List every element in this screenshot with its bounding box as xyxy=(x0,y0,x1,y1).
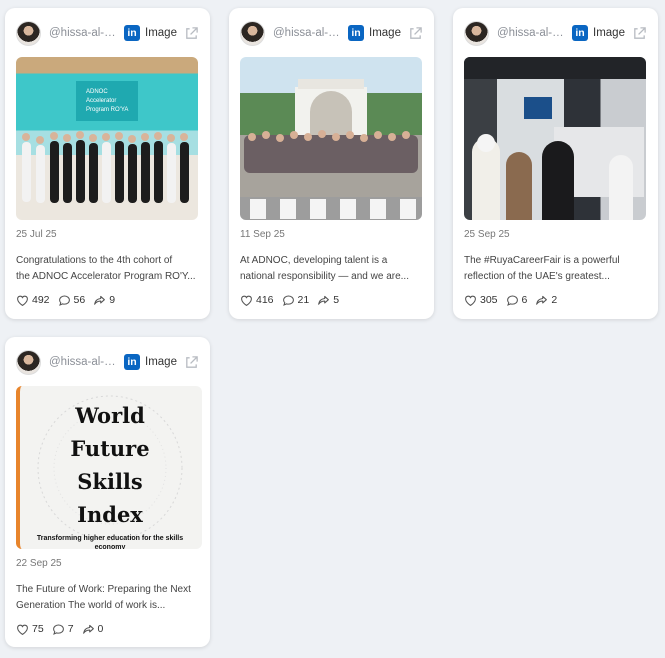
comments-stat: 21 xyxy=(282,294,310,307)
post-image[interactable]: World Future Skills Index Transforming h… xyxy=(16,386,202,549)
post-text-line: Congratulations to the 4th cohort of xyxy=(16,255,173,266)
avatar xyxy=(240,20,265,46)
shares-stat: 2 xyxy=(535,294,557,307)
comments-count: 7 xyxy=(67,623,74,635)
post-type-label: Image xyxy=(369,27,401,39)
cover-subtitle: Transforming higher education for the sk… xyxy=(36,535,184,549)
avatar xyxy=(16,20,41,46)
likes-stat: 416 xyxy=(240,294,274,307)
author-handle[interactable]: @hissa-al-… xyxy=(49,27,119,39)
shares-stat: 0 xyxy=(82,623,104,636)
post-text-line: The Future of Work: Preparing the Next xyxy=(16,584,191,595)
engagement-stats: 305 6 2 xyxy=(464,293,565,307)
engagement-stats: 416 21 5 xyxy=(240,293,347,307)
comments-stat: 56 xyxy=(58,294,86,307)
shares-stat: 9 xyxy=(93,294,115,307)
shares-count: 9 xyxy=(109,294,116,306)
post-text-line: The #RuyaCareerFair is a powerful xyxy=(464,255,620,266)
likes-stat: 75 xyxy=(16,623,44,636)
post-type-label: Image xyxy=(145,356,177,368)
post-card[interactable]: @hissa-al-… in Image World Future Skills… xyxy=(5,337,210,647)
comment-icon xyxy=(506,295,518,306)
external-link-icon[interactable] xyxy=(184,26,199,41)
post-text-line: reflection of the UAE's greatest... xyxy=(464,270,610,282)
post-text-line: Generation The world of work is... xyxy=(16,599,166,611)
post-text-line: national responsibility — and we are... xyxy=(240,270,409,282)
comments-count: 6 xyxy=(521,294,528,306)
comment-icon xyxy=(282,295,294,306)
cover-title-line: Index xyxy=(77,502,143,527)
likes-count: 75 xyxy=(32,623,44,635)
cover-title-line: World xyxy=(75,403,145,428)
post-text[interactable]: The Future of Work: Preparing the Next G… xyxy=(16,582,201,613)
post-image[interactable] xyxy=(464,57,646,220)
likes-count: 416 xyxy=(256,294,274,306)
share-icon xyxy=(94,295,106,305)
post-header: @hissa-al-… in Image xyxy=(464,20,647,46)
image-caption-line: Accelerator xyxy=(86,98,116,104)
post-text-line: the ADNOC Accelerator Program RO'Y... xyxy=(16,270,196,282)
heart-icon xyxy=(17,295,28,306)
cover-title-line: Future xyxy=(70,436,150,461)
post-image[interactable] xyxy=(240,57,422,220)
post-card[interactable]: @hissa-al-… in Image ADNOC Accelerator P… xyxy=(5,8,210,319)
shares-count: 0 xyxy=(97,623,104,635)
likes-stat: 492 xyxy=(16,294,50,307)
post-header: @hissa-al-… in Image xyxy=(240,20,423,46)
post-image[interactable]: ADNOC Accelerator Program RO'YA xyxy=(16,57,198,220)
post-text[interactable]: Congratulations to the 4th cohort of the… xyxy=(16,253,201,284)
engagement-stats: 75 7 0 xyxy=(16,622,111,636)
cover-text: World Future Skills Index Transforming h… xyxy=(30,394,190,549)
engagement-stats: 492 56 9 xyxy=(16,293,123,307)
external-link-icon[interactable] xyxy=(184,355,199,370)
share-icon xyxy=(318,295,330,305)
likes-count: 492 xyxy=(32,294,50,306)
shares-count: 2 xyxy=(551,294,558,306)
comments-count: 56 xyxy=(73,294,86,306)
post-text[interactable]: The #RuyaCareerFair is a powerful reflec… xyxy=(464,253,649,284)
heart-icon xyxy=(241,295,252,306)
comment-icon xyxy=(58,295,70,306)
likes-stat: 305 xyxy=(464,294,498,307)
post-card[interactable]: @hissa-al-… in Image 25 Sep 25 The #Ruya… xyxy=(453,8,658,319)
post-date: 25 Jul 25 xyxy=(16,229,57,240)
author-handle[interactable]: @hissa-al-… xyxy=(49,356,119,368)
likes-count: 305 xyxy=(480,294,498,306)
post-header: @hissa-al-… in Image xyxy=(16,20,199,46)
shares-stat: 5 xyxy=(317,294,339,307)
post-text[interactable]: At ADNOC, developing talent is a nationa… xyxy=(240,253,425,284)
comment-icon xyxy=(52,624,64,635)
linkedin-icon: in xyxy=(572,25,588,41)
post-card[interactable]: @hissa-al-… in Image 11 Sep 25 At ADNOC,… xyxy=(229,8,434,319)
shares-count: 5 xyxy=(333,294,340,306)
avatar xyxy=(16,349,41,375)
share-icon xyxy=(536,295,548,305)
external-link-icon[interactable] xyxy=(408,26,423,41)
comments-stat: 6 xyxy=(506,294,528,307)
image-caption-line: ADNOC xyxy=(86,89,108,95)
post-type-label: Image xyxy=(145,27,177,39)
author-handle[interactable]: @hissa-al-… xyxy=(497,27,567,39)
post-date: 25 Sep 25 xyxy=(464,229,510,240)
avatar xyxy=(464,20,489,46)
post-date: 11 Sep 25 xyxy=(240,229,285,240)
heart-icon xyxy=(17,624,28,635)
linkedin-icon: in xyxy=(124,25,140,41)
linkedin-icon: in xyxy=(124,354,140,370)
comments-stat: 7 xyxy=(52,623,74,636)
post-type-label: Image xyxy=(593,27,625,39)
cover-title-line: Skills xyxy=(77,469,143,494)
heart-icon xyxy=(465,295,476,306)
post-header: @hissa-al-… in Image xyxy=(16,349,199,375)
linkedin-icon: in xyxy=(348,25,364,41)
post-date: 22 Sep 25 xyxy=(16,558,62,569)
external-link-icon[interactable] xyxy=(632,26,647,41)
share-icon xyxy=(82,624,94,634)
author-handle[interactable]: @hissa-al-… xyxy=(273,27,343,39)
image-caption-line: Program RO'YA xyxy=(86,107,128,113)
post-text-line: At ADNOC, developing talent is a xyxy=(240,255,388,266)
comments-count: 21 xyxy=(297,294,310,306)
